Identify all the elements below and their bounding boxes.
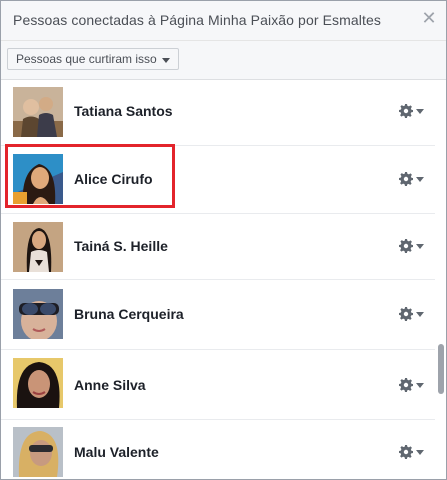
gear-icon: [399, 239, 413, 253]
filter-dropdown-button[interactable]: Pessoas que curtiram isso: [7, 48, 179, 70]
settings-dropdown[interactable]: [399, 172, 424, 186]
dialog-title: Pessoas conectadas à Página Minha Paixão…: [13, 12, 381, 28]
avatar[interactable]: [13, 222, 63, 272]
chevron-down-icon: [416, 311, 424, 317]
avatar[interactable]: [13, 289, 63, 339]
close-icon[interactable]: ✕: [421, 9, 437, 27]
gear-icon: [399, 378, 413, 392]
gear-icon: [399, 172, 413, 186]
person-name[interactable]: Tainá S. Heille: [74, 238, 168, 254]
chevron-down-icon: [416, 108, 424, 114]
chevron-down-icon: [416, 449, 424, 455]
chevron-down-icon: [416, 243, 424, 249]
scrollbar-thumb[interactable]: [438, 344, 444, 394]
settings-dropdown[interactable]: [399, 239, 424, 253]
gear-icon: [399, 104, 413, 118]
avatar[interactable]: [13, 87, 63, 137]
chevron-down-icon: [416, 176, 424, 182]
list-item: Tainá S. Heille: [1, 214, 435, 280]
list-item: Bruna Cerqueira: [1, 280, 435, 350]
list-item: Alice Cirufo: [1, 146, 435, 214]
gear-icon: [399, 445, 413, 459]
person-name[interactable]: Tatiana Santos: [74, 103, 173, 119]
chevron-down-icon: [416, 382, 424, 388]
chevron-down-icon: [161, 57, 170, 63]
person-name[interactable]: Bruna Cerqueira: [74, 306, 184, 322]
list-item: Anne Silva: [1, 350, 435, 420]
avatar[interactable]: [13, 154, 63, 204]
settings-dropdown[interactable]: [399, 378, 424, 392]
avatar[interactable]: [13, 358, 63, 408]
person-name[interactable]: Anne Silva: [74, 377, 146, 393]
person-name[interactable]: Alice Cirufo: [74, 171, 153, 187]
dialog-header: Pessoas conectadas à Página Minha Paixão…: [1, 1, 446, 41]
filter-label: Pessoas que curtiram isso: [16, 52, 157, 66]
person-name[interactable]: Malu Valente: [74, 444, 159, 460]
gear-icon: [399, 307, 413, 321]
settings-dropdown[interactable]: [399, 104, 424, 118]
filter-bar: Pessoas que curtiram isso: [1, 41, 446, 80]
settings-dropdown[interactable]: [399, 445, 424, 459]
list-item: Malu Valente: [1, 420, 435, 479]
people-dialog: Pessoas conectadas à Página Minha Paixão…: [0, 0, 447, 480]
settings-dropdown[interactable]: [399, 307, 424, 321]
scrollbar[interactable]: [438, 79, 444, 479]
list-item: Tatiana Santos: [1, 80, 435, 146]
people-list: Tatiana Santos Alice Cirufo Tainá S. Hei…: [1, 80, 446, 479]
avatar[interactable]: [13, 427, 63, 477]
